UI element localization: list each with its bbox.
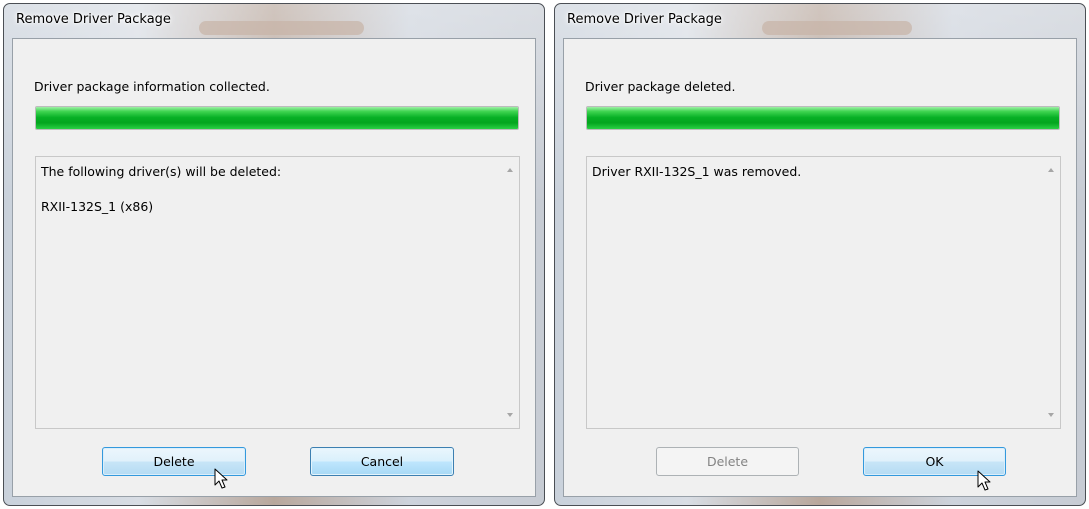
arrow-pointer-icon	[214, 468, 228, 489]
scroll-up-arrow-icon[interactable]	[507, 168, 513, 172]
title-bar-blur	[199, 21, 364, 35]
arrow-pointer-icon	[977, 470, 991, 491]
scroll-down-arrow-icon[interactable]	[1048, 413, 1054, 417]
window-title: Remove Driver Package	[16, 12, 171, 27]
vertical-scrollbar[interactable]	[502, 157, 519, 428]
dialog-client-area: Driver package deleted. Driver RXII-132S…	[563, 38, 1077, 497]
title-bar[interactable]: Remove Driver Package	[4, 4, 544, 38]
progress-bar	[35, 106, 519, 130]
window-title: Remove Driver Package	[567, 12, 722, 27]
result-list-box[interactable]: Driver RXII-132S_1 was removed.	[586, 156, 1061, 429]
delete-button-disabled: Delete	[656, 447, 799, 476]
scroll-up-arrow-icon[interactable]	[1048, 168, 1054, 172]
scroll-down-arrow-icon[interactable]	[507, 413, 513, 417]
dialog-client-area: Driver package information collected. Th…	[12, 38, 536, 497]
cancel-button[interactable]: Cancel	[310, 447, 454, 476]
list-line-result: Driver RXII-132S_1 was removed.	[592, 164, 802, 179]
progress-fill	[36, 107, 518, 129]
status-text: Driver package information collected.	[34, 79, 270, 94]
list-line-header: The following driver(s) will be deleted:	[41, 164, 282, 179]
status-text: Driver package deleted.	[585, 79, 736, 94]
driver-list-box[interactable]: The following driver(s) will be deleted:…	[35, 156, 520, 429]
progress-bar	[586, 106, 1060, 130]
remove-driver-dialog-done: Remove Driver Package Driver package del…	[554, 3, 1086, 506]
remove-driver-dialog-confirm: Remove Driver Package Driver package inf…	[3, 3, 545, 506]
progress-fill	[587, 107, 1059, 129]
title-bar[interactable]: Remove Driver Package	[555, 4, 1085, 38]
list-line-driver: RXII-132S_1 (x86)	[41, 199, 154, 214]
vertical-scrollbar[interactable]	[1043, 157, 1060, 428]
title-bar-blur	[762, 21, 912, 35]
